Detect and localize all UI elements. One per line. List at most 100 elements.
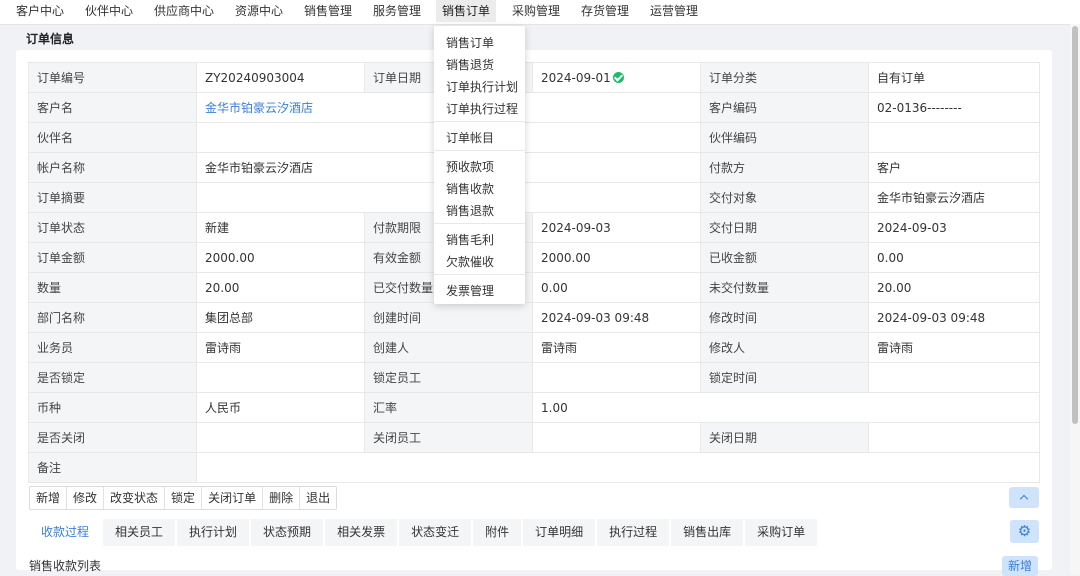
close-order-button[interactable]: 关闭订单 [202, 487, 264, 509]
rate-value: 1.00 [532, 392, 1040, 423]
created-time-value: 2024-09-03 09:48 [532, 302, 701, 333]
edit-button[interactable]: 修改 [67, 487, 105, 509]
field-label: 付款方 [700, 152, 869, 183]
tab-payment-process[interactable]: 收款过程 [29, 519, 102, 546]
nav-resource-center[interactable]: 资源中心 [235, 0, 283, 22]
tab-related-invoice[interactable]: 相关发票 [325, 519, 398, 546]
menu-item-execution-process[interactable]: 订单执行过程 [446, 100, 518, 117]
field-label: 客户编码 [700, 92, 869, 123]
partner-code-value [868, 122, 1040, 153]
field-label: 客户名 [28, 92, 197, 123]
menu-divider [434, 223, 525, 224]
tab-order-detail[interactable]: 订单明细 [523, 519, 596, 546]
table-row: 客户名 金华市铂豪云汐酒店 客户编码 02-0136-------- [28, 92, 1040, 123]
order-no-value: ZY20240903004 [196, 62, 365, 93]
check-circle-icon [612, 71, 624, 83]
field-label: 修改人 [700, 332, 869, 363]
field-label: 交付日期 [700, 212, 869, 243]
tab-execution-process[interactable]: 执行过程 [597, 519, 670, 546]
gear-icon[interactable]: ⚙ [1010, 520, 1039, 543]
tab-execution-plan[interactable]: 执行计划 [177, 519, 250, 546]
field-label: 关闭日期 [700, 422, 869, 453]
lock-time-value [868, 362, 1040, 393]
tab-purchase-order[interactable]: 采购订单 [745, 519, 818, 546]
menu-item-gross-profit[interactable]: 销售毛利 [446, 231, 494, 248]
field-label: 数量 [28, 272, 197, 303]
tab-attachment[interactable]: 附件 [473, 519, 522, 546]
change-status-button[interactable]: 改变状态 [104, 487, 166, 509]
tab-status-expect[interactable]: 状态预期 [251, 519, 324, 546]
field-label: 创建时间 [364, 302, 533, 333]
menu-item-sales-return[interactable]: 销售退货 [446, 56, 494, 73]
salesman-value: 雷诗雨 [196, 332, 365, 363]
menu-item-advance-receipt[interactable]: 预收款项 [446, 158, 494, 175]
nav-partner-center[interactable]: 伙伴中心 [85, 0, 133, 22]
table-row: 是否关闭 关闭员工 关闭日期 [28, 422, 1040, 453]
menu-item-sales-refund[interactable]: 销售退款 [446, 202, 494, 219]
order-date-value: 2024-09-01 [541, 70, 611, 85]
table-row: 订单金额 2000.00 有效金额 2000.00 已收金额 0.00 [28, 242, 1040, 273]
nav-operation-management[interactable]: 运营管理 [650, 0, 698, 22]
nav-inventory-management[interactable]: 存货管理 [581, 0, 629, 22]
lock-button[interactable]: 锁定 [165, 487, 203, 509]
table-row: 币种 人民币 汇率 1.00 [28, 392, 1040, 423]
add-button[interactable]: 新增 [30, 487, 68, 509]
table-row: 订单状态 新建 付款期限 2024-09-03 交付日期 2024-09-03 [28, 212, 1040, 243]
closed-value [196, 422, 365, 453]
nav-sales-management[interactable]: 销售管理 [304, 0, 352, 22]
table-row: 业务员 雷诗雨 创建人 雷诗雨 修改人 雷诗雨 [28, 332, 1040, 363]
delivery-target-value: 金华市铂豪云汐酒店 [868, 182, 1040, 213]
effective-amount-value: 2000.00 [532, 242, 701, 273]
menu-item-debt-collection[interactable]: 欠款催收 [446, 253, 494, 270]
payer-value: 客户 [868, 152, 1040, 183]
field-label: 关闭员工 [364, 422, 533, 453]
field-label: 是否关闭 [28, 422, 197, 453]
delivery-date-value: 2024-09-03 [868, 212, 1040, 243]
scrollbar-thumb[interactable] [1072, 26, 1078, 424]
order-type-value: 自有订单 [868, 62, 1040, 93]
order-info-table: 订单编号 ZY20240903004 订单日期 2024-09-01 订单分类 … [28, 62, 1040, 483]
detail-tabs: 收款过程 相关员工 执行计划 状态预期 相关发票 状态变迁 附件 订单明细 执行… [29, 519, 819, 546]
vertical-scrollbar[interactable] [1070, 24, 1080, 574]
field-label: 部门名称 [28, 302, 197, 333]
field-label: 创建人 [364, 332, 533, 363]
menu-divider [434, 274, 525, 275]
field-label: 修改时间 [700, 302, 869, 333]
table-row: 备注 [28, 452, 1040, 483]
action-toolbar: 新增 修改 改变状态 锁定 关闭订单 删除 退出 [29, 486, 338, 510]
qty-value: 20.00 [196, 272, 365, 303]
table-row: 部门名称 集团总部 创建时间 2024-09-03 09:48 修改时间 202… [28, 302, 1040, 333]
tab-related-staff[interactable]: 相关员工 [103, 519, 176, 546]
field-label: 交付对象 [700, 182, 869, 213]
chevron-up-icon[interactable] [1009, 487, 1039, 508]
menu-item-order-account[interactable]: 订单帐目 [446, 129, 494, 146]
menu-item-sales-collection[interactable]: 销售收款 [446, 180, 494, 197]
field-label: 伙伴编码 [700, 122, 869, 153]
sales-order-dropdown: 销售订单 销售退货 订单执行计划 订单执行过程 订单帐目 预收款项 销售收款 销… [434, 26, 525, 304]
amount-value: 2000.00 [196, 242, 365, 273]
menu-item-sales-order[interactable]: 销售订单 [446, 34, 494, 51]
pay-deadline-value: 2024-09-03 [532, 212, 701, 243]
tab-status-change[interactable]: 状态变迁 [399, 519, 472, 546]
field-label: 汇率 [364, 392, 533, 423]
menu-item-execution-plan[interactable]: 订单执行计划 [446, 78, 518, 95]
nav-customer-center[interactable]: 客户中心 [16, 0, 64, 22]
field-label: 帐户名称 [28, 152, 197, 183]
menu-item-invoice-management[interactable]: 发票管理 [446, 282, 494, 299]
nav-purchase-management[interactable]: 采购管理 [512, 0, 560, 22]
exit-button[interactable]: 退出 [300, 487, 336, 509]
nav-sales-order[interactable]: 销售订单 [436, 0, 497, 22]
close-staff-value [532, 422, 701, 453]
table-row: 是否锁定 锁定员工 锁定时间 [28, 362, 1040, 393]
delivered-qty-value: 0.00 [532, 272, 701, 303]
table-row: 订单编号 ZY20240903004 订单日期 2024-09-01 订单分类 … [28, 62, 1040, 93]
field-label: 订单状态 [28, 212, 197, 243]
add-payment-button[interactable]: 新增 [1002, 556, 1038, 576]
close-date-value [868, 422, 1040, 453]
delete-button[interactable]: 删除 [263, 487, 301, 509]
creator-value: 雷诗雨 [532, 332, 701, 363]
table-row: 帐户名称 金华市铂豪云汐酒店 付款方 客户 [28, 152, 1040, 183]
tab-sales-outbound[interactable]: 销售出库 [671, 519, 744, 546]
nav-service-management[interactable]: 服务管理 [373, 0, 421, 22]
nav-supplier-center[interactable]: 供应商中心 [154, 0, 214, 22]
